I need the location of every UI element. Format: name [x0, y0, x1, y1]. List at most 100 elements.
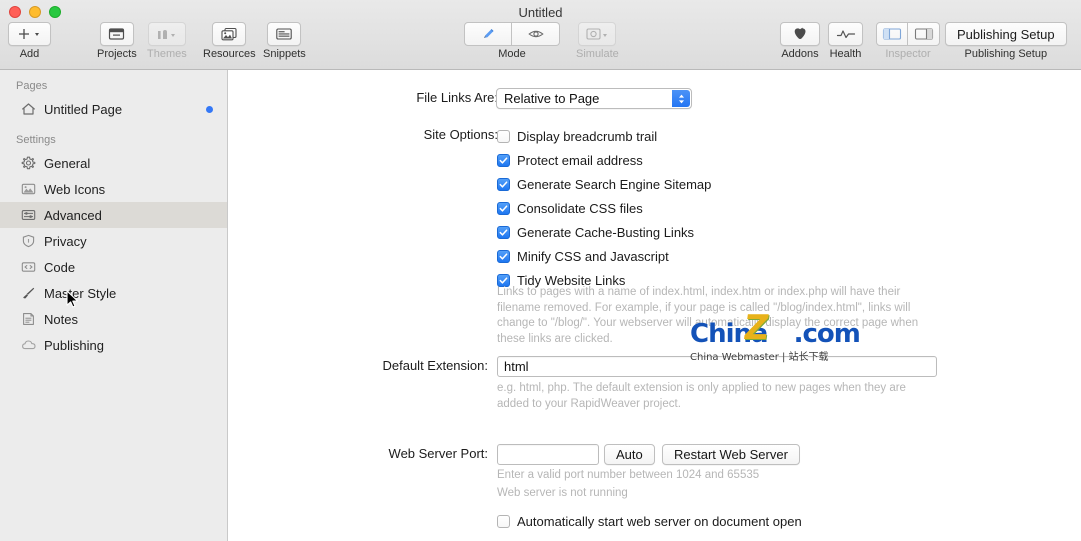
sidebar-left-icon — [882, 27, 902, 41]
snippets-button[interactable] — [267, 22, 302, 46]
plus-icon — [17, 27, 43, 41]
projects-button[interactable] — [99, 22, 134, 46]
checkbox-display-breadcrumb-trail[interactable]: Display breadcrumb trail — [497, 125, 711, 147]
checkbox-generate-search-engine-sitemap[interactable]: Generate Search Engine Sitemap — [497, 173, 711, 195]
checkbox-label: Display breadcrumb trail — [517, 128, 658, 144]
resources-icon — [220, 27, 238, 41]
toolbar-item-publishing-setup[interactable]: Publishing Setup Publishing Setup — [945, 22, 1067, 60]
simulate-button[interactable] — [578, 22, 617, 46]
inspector-segmented-control[interactable] — [876, 22, 940, 46]
toolbar-item-themes[interactable]: Themes — [147, 22, 187, 60]
toolbar-item-addons[interactable]: Addons — [780, 22, 820, 60]
checkbox-label: Generate Search Engine Sitemap — [517, 176, 712, 192]
checkbox-auto-start-web-server[interactable]: Automatically start web server on docume… — [497, 510, 802, 532]
addons-icon — [792, 27, 808, 41]
themes-icon — [156, 27, 178, 41]
image-icon — [20, 182, 37, 196]
sidebar-item-label: Code — [44, 259, 76, 275]
notes-icon — [20, 312, 37, 326]
publishing-setup-button[interactable]: Publishing Setup — [945, 22, 1067, 46]
toolbar-item-simulate[interactable]: Simulate — [576, 22, 619, 60]
sidebar-item-code[interactable]: Code — [0, 254, 227, 280]
addons-label: Addons — [781, 48, 819, 60]
toolbar-item-mode[interactable]: Mode — [464, 22, 560, 60]
file-links-label: File Links Are: — [416, 90, 498, 105]
code-icon — [20, 260, 37, 274]
settings-pane: File Links Are: Relative to Page Site Op… — [228, 70, 1081, 541]
mode-preview-segment[interactable] — [512, 22, 560, 46]
sidebar-item-advanced[interactable]: Advanced — [0, 202, 227, 228]
sidebar-item-web-icons[interactable]: Web Icons — [0, 176, 227, 202]
sidebar-item-label: Web Icons — [44, 181, 106, 197]
default-extension-help-text: e.g. html, php. The default extension is… — [497, 382, 906, 410]
window-toolbar: Untitled Add Projects Themes Resources S… — [0, 0, 1081, 70]
shield-icon — [20, 234, 37, 248]
checkbox-box[interactable] — [497, 201, 510, 215]
sidebar-item-untitled-page[interactable]: Untitled Page — [0, 96, 227, 122]
file-links-popup-button[interactable]: Relative to Page — [496, 88, 692, 109]
toolbar-item-add[interactable]: Add — [8, 22, 51, 60]
site-options-label: Site Options: — [423, 127, 498, 142]
window-title: Untitled — [518, 5, 563, 20]
unsaved-changes-dot — [206, 106, 213, 113]
checkbox-consolidate-css-files[interactable]: Consolidate CSS files — [497, 197, 711, 219]
checkbox-box[interactable] — [497, 129, 510, 143]
checkbox-label: Generate Cache-Busting Links — [517, 224, 695, 240]
toolbar-item-resources[interactable]: Resources — [203, 22, 256, 60]
web-server-port-input[interactable] — [497, 444, 599, 465]
mode-label: Mode — [498, 48, 526, 60]
sidebar-item-privacy[interactable]: Privacy — [0, 228, 227, 254]
sidebar-item-master-style[interactable]: Master Style — [0, 280, 227, 306]
inspector-label: Inspector — [885, 48, 931, 60]
default-extension-input[interactable]: html — [497, 356, 937, 377]
add-button[interactable] — [8, 22, 51, 46]
sidebar-item-label: Master Style — [44, 285, 117, 301]
checkbox-box[interactable] — [497, 514, 510, 528]
simulate-icon — [585, 27, 609, 41]
web-server-port-label-wrap: Web Server Port: — [228, 446, 488, 461]
sidebar-right-icon-button[interactable] — [908, 22, 940, 46]
toolbar-item-health[interactable]: Health — [828, 22, 863, 60]
checkbox-box[interactable] — [497, 249, 510, 263]
sidebar-item-general[interactable]: General — [0, 150, 227, 176]
resources-button[interactable] — [212, 22, 247, 46]
home-icon — [20, 102, 37, 116]
checkbox-minify-css-and-javascript[interactable]: Minify CSS and Javascript — [497, 245, 711, 267]
sidebar-item-label: General — [44, 155, 91, 171]
sidebar-left-icon-button[interactable] — [876, 22, 908, 46]
sidebar-section-settings-header: Settings — [16, 134, 56, 146]
file-links-label-wrap: File Links Are: — [228, 90, 498, 105]
checkbox-protect-email-address[interactable]: Protect email address — [497, 149, 711, 171]
toolbar-item-projects[interactable]: Projects — [97, 22, 137, 60]
simulate-label: Simulate — [576, 48, 619, 60]
checkbox-box[interactable] — [497, 153, 510, 167]
chevron-up-down-icon — [672, 90, 690, 107]
checkbox-label: Protect email address — [517, 152, 643, 168]
restart-web-server-button[interactable]: Restart Web Server — [662, 444, 800, 465]
cloud-icon — [20, 338, 37, 352]
auto-port-button[interactable]: Auto — [604, 444, 655, 465]
projects-label: Projects — [97, 48, 137, 60]
toolbar-item-snippets[interactable]: Snippets — [263, 22, 306, 60]
site-options-label-wrap: Site Options: — [228, 127, 498, 142]
mouse-cursor — [66, 290, 79, 309]
default-extension-label-wrap: Default Extension: — [228, 358, 488, 373]
file-links-value: Relative to Page — [504, 91, 600, 106]
addons-button[interactable] — [780, 22, 820, 46]
checkbox-label: Automatically start web server on docume… — [517, 513, 802, 529]
mode-edit-segment[interactable] — [464, 22, 512, 46]
themes-button[interactable] — [147, 22, 186, 46]
tidy-links-help-text: Links to pages with a name of index.html… — [497, 286, 919, 345]
checkbox-generate-cache-busting-links[interactable]: Generate Cache-Busting Links — [497, 221, 711, 243]
sidebar-item-publishing[interactable]: Publishing — [0, 332, 227, 358]
sidebar-section-pages-header: Pages — [16, 80, 48, 92]
mode-segmented-control[interactable] — [464, 22, 560, 46]
gear-icon — [20, 156, 37, 171]
toolbar-item-inspector[interactable]: Inspector — [876, 22, 940, 60]
pencil-icon — [481, 27, 496, 41]
checkbox-box[interactable] — [497, 225, 510, 239]
checkbox-box[interactable] — [497, 177, 510, 191]
sidebar-item-notes[interactable]: Notes — [0, 306, 227, 332]
health-button[interactable] — [828, 22, 863, 46]
default-extension-value: html — [504, 359, 529, 374]
